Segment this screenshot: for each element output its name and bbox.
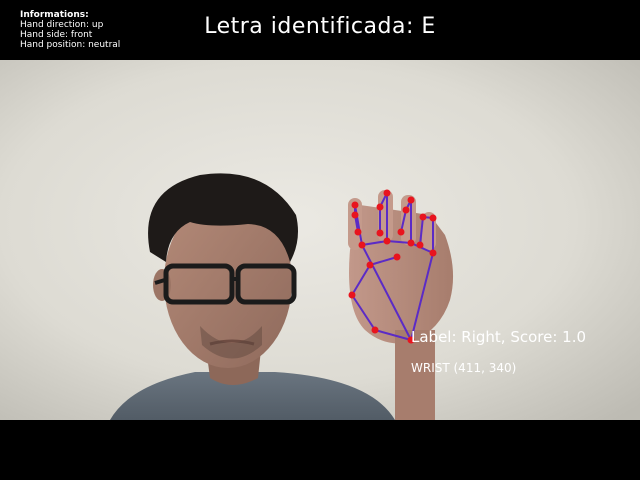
landmark-point <box>366 261 374 269</box>
landmark-point <box>348 291 356 299</box>
background-wall <box>0 60 640 420</box>
landmark-point <box>416 241 424 249</box>
camera-scene: Label: Right, Score: 1.0 WRIST (411, 340… <box>0 60 640 420</box>
wrist-coordinates: WRIST (411, 340) <box>411 361 516 375</box>
landmark-point <box>351 201 359 209</box>
landmark-point <box>383 237 391 245</box>
identified-letter-title: Letra identificada: E <box>204 14 436 39</box>
landmark-point <box>393 253 401 261</box>
landmark-point <box>376 203 384 211</box>
info-hand-position: Hand position: neutral <box>20 40 121 50</box>
bottom-bar <box>0 420 640 480</box>
landmark-point <box>429 249 437 257</box>
landmark-point <box>407 196 415 204</box>
landmark-point <box>397 228 405 236</box>
hand-label-score: Label: Right, Score: 1.0 <box>411 328 586 346</box>
landmark-point <box>371 326 379 334</box>
landmark-point <box>402 206 410 214</box>
landmark-point <box>429 214 437 222</box>
top-info-bar: Informations: Hand direction: up Hand si… <box>0 0 640 60</box>
landmark-point <box>351 211 359 219</box>
landmark-point <box>354 228 362 236</box>
landmark-point <box>419 213 427 221</box>
landmark-point <box>383 189 391 197</box>
landmark-point <box>358 241 366 249</box>
landmark-point <box>376 229 384 237</box>
landmark-point <box>407 239 415 247</box>
camera-feed: Label: Right, Score: 1.0 WRIST (411, 340… <box>0 60 640 420</box>
